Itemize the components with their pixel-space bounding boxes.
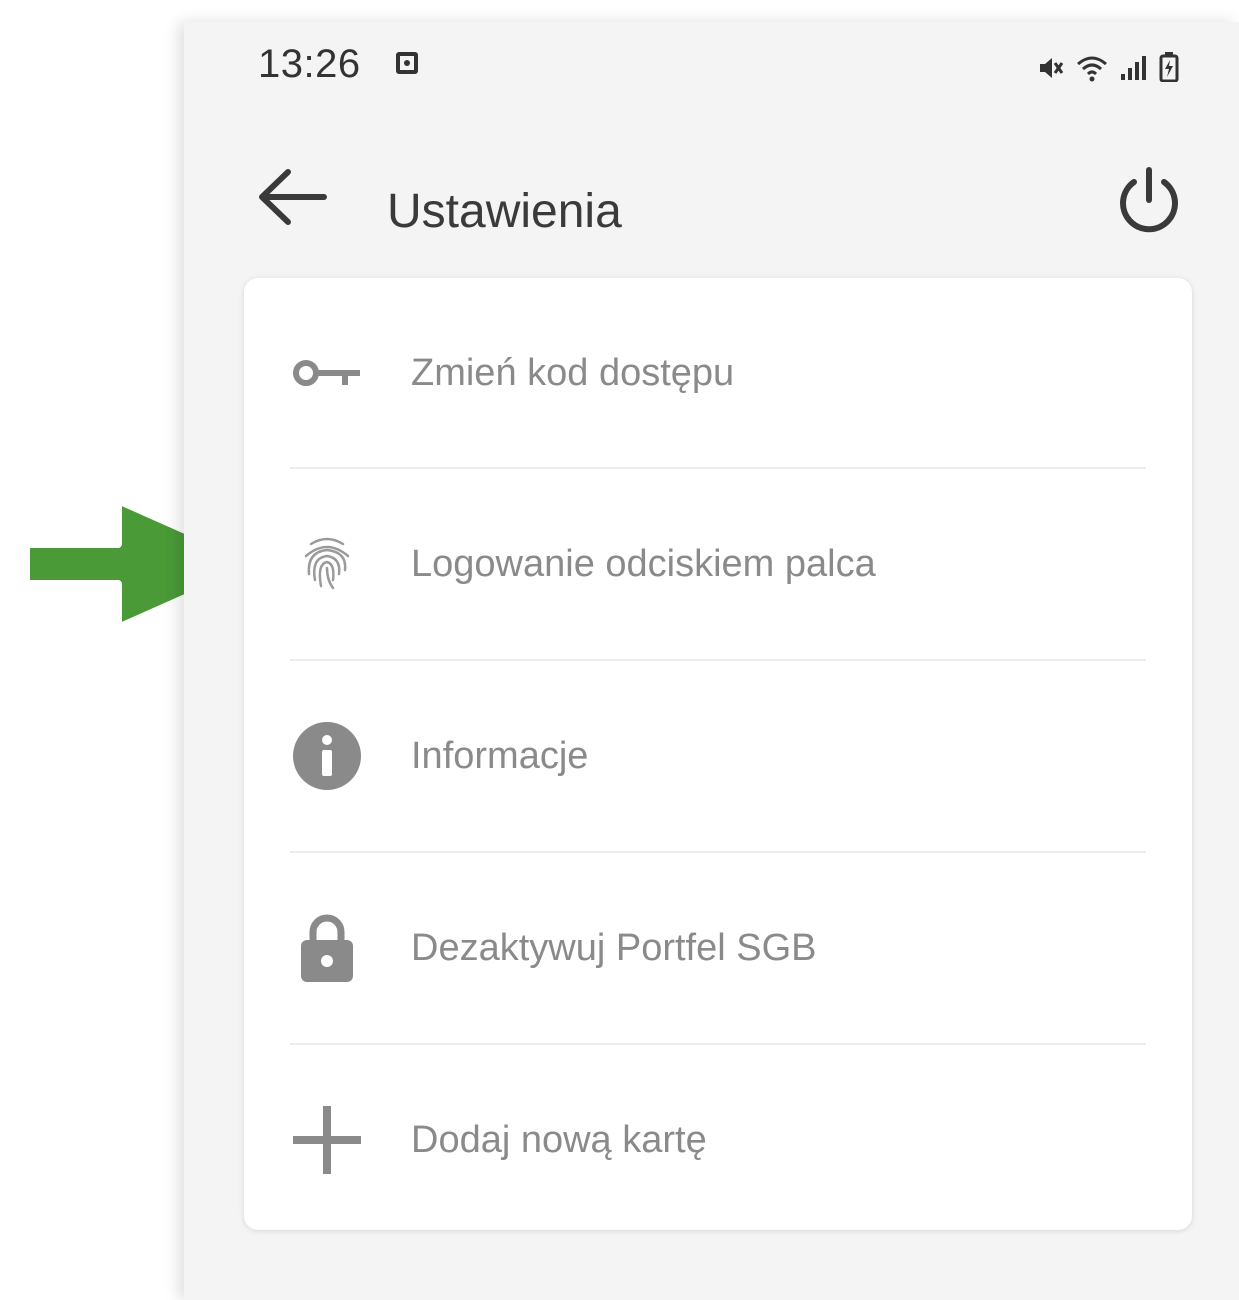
phone-screen: 13:26 Ustawienia Zmień kod dostępu Logow… [184, 22, 1239, 1300]
notification-square-icon [396, 52, 418, 74]
settings-item-change-passcode[interactable]: Zmień kod dostępu [244, 278, 1192, 468]
screenshot-stage: 13:26 Ustawienia Zmień kod dostępu Logow… [0, 0, 1239, 1300]
settings-item-deactivate-wallet[interactable]: Dezaktywuj Portfel SGB [244, 853, 1192, 1043]
settings-card: Zmień kod dostępu Logowanie odciskiem pa… [244, 278, 1192, 1230]
settings-item-label: Dezaktywuj Portfel SGB [411, 927, 817, 969]
plus-icon [290, 1103, 364, 1177]
settings-item-label: Dodaj nową kartę [411, 1119, 707, 1161]
app-bar: Ustawienia [184, 142, 1239, 242]
fingerprint-icon [290, 527, 364, 601]
settings-item-label: Logowanie odciskiem palca [411, 543, 876, 585]
wifi-icon [1077, 56, 1107, 82]
status-time: 13:26 [258, 42, 361, 86]
settings-item-fingerprint-login[interactable]: Logowanie odciskiem palca [244, 469, 1192, 659]
info-icon [290, 719, 364, 793]
power-icon[interactable] [1109, 160, 1189, 240]
settings-item-label: Zmień kod dostępu [411, 352, 735, 394]
status-bar: 13:26 [184, 22, 1239, 112]
mute-icon [1040, 58, 1064, 78]
arrow-left-icon[interactable] [254, 162, 334, 232]
lock-icon [290, 911, 364, 985]
settings-item-label: Informacje [411, 735, 589, 777]
status-icons [1037, 48, 1179, 82]
key-icon [290, 336, 364, 410]
page-title: Ustawienia [387, 185, 622, 238]
battery-charging-icon [1159, 52, 1179, 82]
settings-item-information[interactable]: Informacje [244, 661, 1192, 851]
signal-icon [1121, 56, 1146, 80]
settings-item-add-card[interactable]: Dodaj nową kartę [244, 1045, 1192, 1235]
